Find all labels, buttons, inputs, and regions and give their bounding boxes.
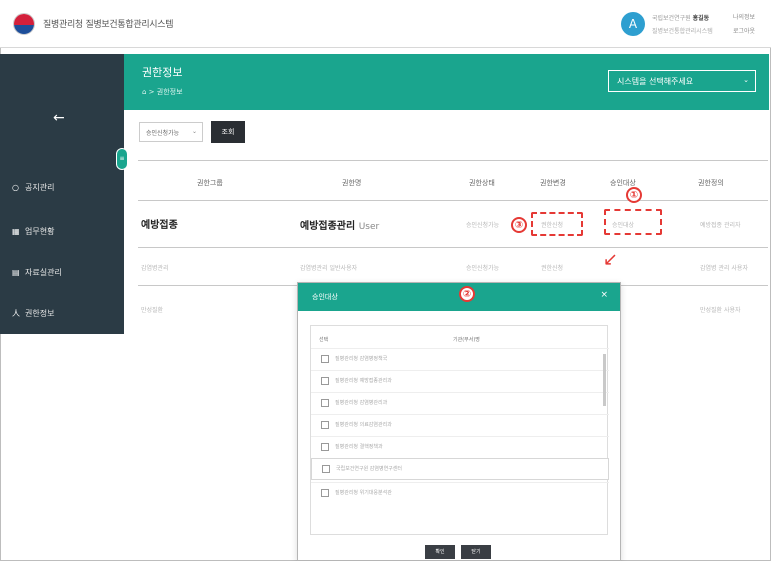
list-item-label: 질병관리청 결핵정책과	[335, 444, 383, 450]
row2-name: 감염병관리 일반사용자	[300, 265, 358, 272]
sidebar-item-archive[interactable]: ▤ 자료실관리	[12, 267, 62, 278]
checkbox[interactable]	[322, 465, 330, 473]
column-header-status: 권한상태	[469, 179, 495, 187]
list-item[interactable]: 질병관리청 결핵정책과	[311, 436, 609, 458]
modal-table: 선택 기관(부서)명 질병관리청 감염병정책국 질병관리청 예방접종관리과 질병…	[310, 325, 609, 535]
sidebar-item-label: 공지관리	[25, 183, 55, 192]
row2-status: 승인신청가능	[466, 265, 500, 272]
list-item[interactable]: 질병관리청 감염병정책국	[311, 348, 609, 370]
grid-icon: ▦	[12, 227, 20, 236]
my-info-link[interactable]: 나의정보	[733, 12, 755, 21]
system-select[interactable]: 시스템을 선택해주세요 ⌄	[608, 70, 756, 92]
list-item[interactable]: 질병관리청 위기대응분석관	[311, 482, 609, 504]
confirm-button[interactable]: 확인	[425, 545, 455, 559]
user-org: 국립보건연구원	[652, 15, 693, 22]
modal-title: 승인대상	[312, 293, 338, 301]
sidebar-item-label: 업무현황	[25, 227, 55, 236]
column-header-change: 권한변경	[540, 179, 566, 187]
list-item[interactable]: 질병관리청 예방접종관리과	[311, 370, 609, 392]
row2-definition: 감염병 관리 사용자	[700, 265, 748, 272]
list-item-label: 질병관리청 의료감염관리과	[335, 422, 392, 428]
list-item-label: 질병관리청 예방접종관리과	[335, 378, 392, 384]
page-title: 권한정보	[142, 66, 183, 79]
status-filter-value: 승인신청가능	[146, 130, 180, 137]
breadcrumb[interactable]: ⌂ > 권한정보	[142, 87, 183, 97]
page-header: 권한정보 ⌂ > 권한정보 시스템을 선택해주세요 ⌄	[124, 54, 769, 110]
sidebar-item-status[interactable]: ▦ 업무현황	[12, 226, 54, 237]
chevron-down-icon: ⌄	[743, 76, 749, 84]
highlight-target-box	[604, 209, 662, 235]
modal-header: 승인대상 ② ×	[298, 283, 620, 311]
sidebar-item-label: 권한정보	[25, 309, 55, 318]
highlight-change-box	[531, 212, 583, 236]
modal-column-select: 선택	[319, 337, 329, 343]
row3-definition: 만성질환 사용자	[700, 307, 741, 314]
user-name: 홍길동	[692, 15, 710, 22]
close-icon[interactable]: ×	[600, 290, 608, 300]
row1-name-text: 예방접종관리	[300, 221, 356, 232]
list-item-label: 질병관리청 감염병정책국	[335, 356, 388, 362]
user-info: 국립보건연구원 홍길동	[652, 13, 709, 22]
row1-status: 승인신청가능	[466, 222, 500, 229]
app-title: 질병관리청 질병보건통합관리시스템	[43, 20, 174, 30]
annotation-1: ①	[626, 187, 642, 203]
list-item[interactable]: 국립보건연구원 감염병연구센터	[311, 458, 609, 480]
checkbox[interactable]	[321, 399, 329, 407]
sidebar-item-permission[interactable]: 人 권한정보	[12, 308, 54, 319]
system-select-value: 시스템을 선택해주세요	[617, 77, 694, 86]
sidebar-item-notice[interactable]: ○ 공지관리	[12, 182, 54, 193]
list-item-label: 질병관리청 위기대응분석관	[335, 490, 392, 496]
approval-target-modal: 승인대상 ② × 선택 기관(부서)명 질병관리청 감염병정책국 질병관리청 예…	[297, 282, 621, 561]
cancel-button[interactable]: 닫기	[461, 545, 491, 559]
sidebar-item-label: 자료실관리	[25, 268, 62, 277]
table-row-border	[138, 247, 768, 248]
logout-link[interactable]: 로그아웃	[733, 26, 755, 35]
row2-group: 감염병관리	[141, 265, 169, 272]
sidebar: ← ○ 공지관리 ▦ 업무현황 ▤ 자료실관리 人 권한정보	[0, 54, 124, 334]
annotation-3: ③	[511, 217, 527, 233]
column-header-group: 권한그룹	[197, 179, 223, 187]
row2-change-button[interactable]: 권한신청	[541, 263, 563, 272]
checkbox[interactable]	[321, 489, 329, 497]
modal-column-org: 기관(부서)명	[453, 337, 480, 343]
row3-group: 만성질환	[141, 307, 164, 314]
bell-icon: ○	[12, 183, 19, 192]
checkbox[interactable]	[321, 443, 329, 451]
top-bar: 질병관리청 질병보건통합관리시스템 A 국립보건연구원 홍길동 질병보건통합관리…	[0, 0, 771, 48]
modal-scrollbar[interactable]	[603, 354, 606, 406]
chevron-down-icon: ⌄	[191, 128, 197, 135]
checkbox[interactable]	[321, 377, 329, 385]
person-icon: 人	[12, 309, 20, 318]
government-logo-icon	[13, 13, 35, 35]
checkbox[interactable]	[321, 421, 329, 429]
column-header-definition: 권한정의	[698, 179, 724, 187]
row1-name-suffix: User	[358, 222, 380, 232]
search-button[interactable]: 조회	[211, 121, 245, 143]
avatar[interactable]: A	[621, 12, 645, 36]
annotation-2: ②	[459, 286, 475, 302]
list-item-label: 국립보건연구원 감염병연구센터	[336, 466, 402, 472]
table-top-border	[138, 160, 768, 161]
status-filter-select[interactable]: 승인신청가능 ⌄	[139, 122, 203, 142]
column-header-name: 권한명	[342, 179, 362, 187]
table-header-border	[138, 200, 768, 201]
sidebar-toggle-button[interactable]: ≡	[116, 148, 128, 170]
row1-definition: 예방접종 관리자	[700, 222, 741, 229]
checkbox[interactable]	[321, 355, 329, 363]
folder-icon: ▤	[12, 268, 20, 277]
back-arrow-icon[interactable]: ←	[53, 110, 65, 126]
list-item[interactable]: 질병관리청 의료감염관리과	[311, 414, 609, 436]
list-item[interactable]: 질병관리청 감염병관리과	[311, 392, 609, 414]
row1-name: 예방접종관리 User	[300, 217, 379, 232]
user-system: 질병보건통합관리시스템	[652, 28, 713, 35]
row1-group: 예방접종	[141, 220, 178, 231]
list-item-label: 질병관리청 감염병관리과	[335, 400, 388, 406]
